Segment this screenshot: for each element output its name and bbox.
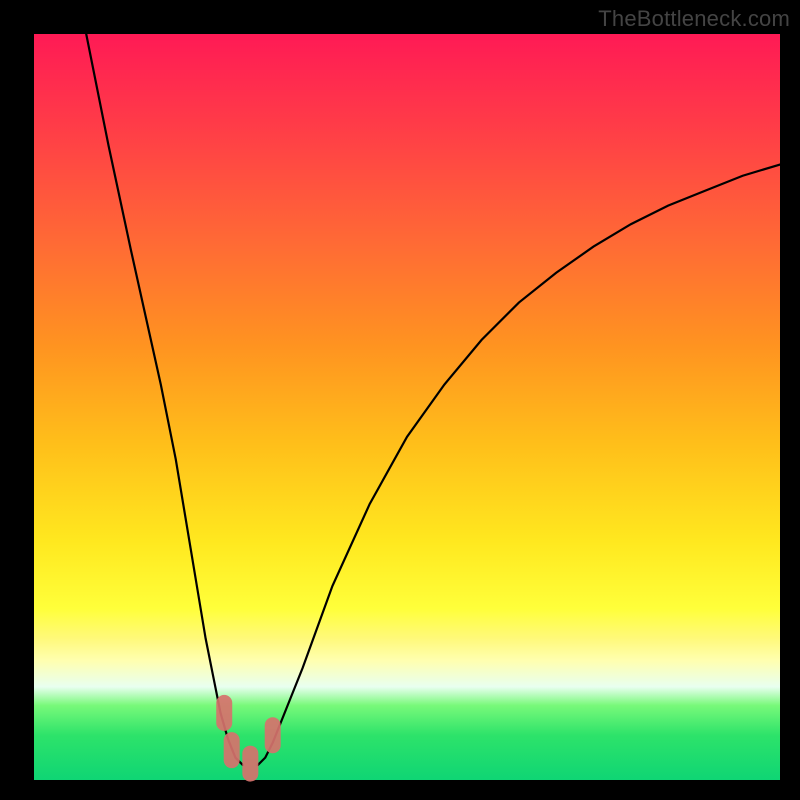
- chart-svg: [34, 34, 780, 780]
- valley-markers: [224, 703, 272, 774]
- curve-right-branch: [258, 165, 780, 766]
- watermark-text: TheBottleneck.com: [598, 6, 790, 32]
- curve-left-branch: [86, 34, 243, 765]
- chart-plot-area: [34, 34, 780, 780]
